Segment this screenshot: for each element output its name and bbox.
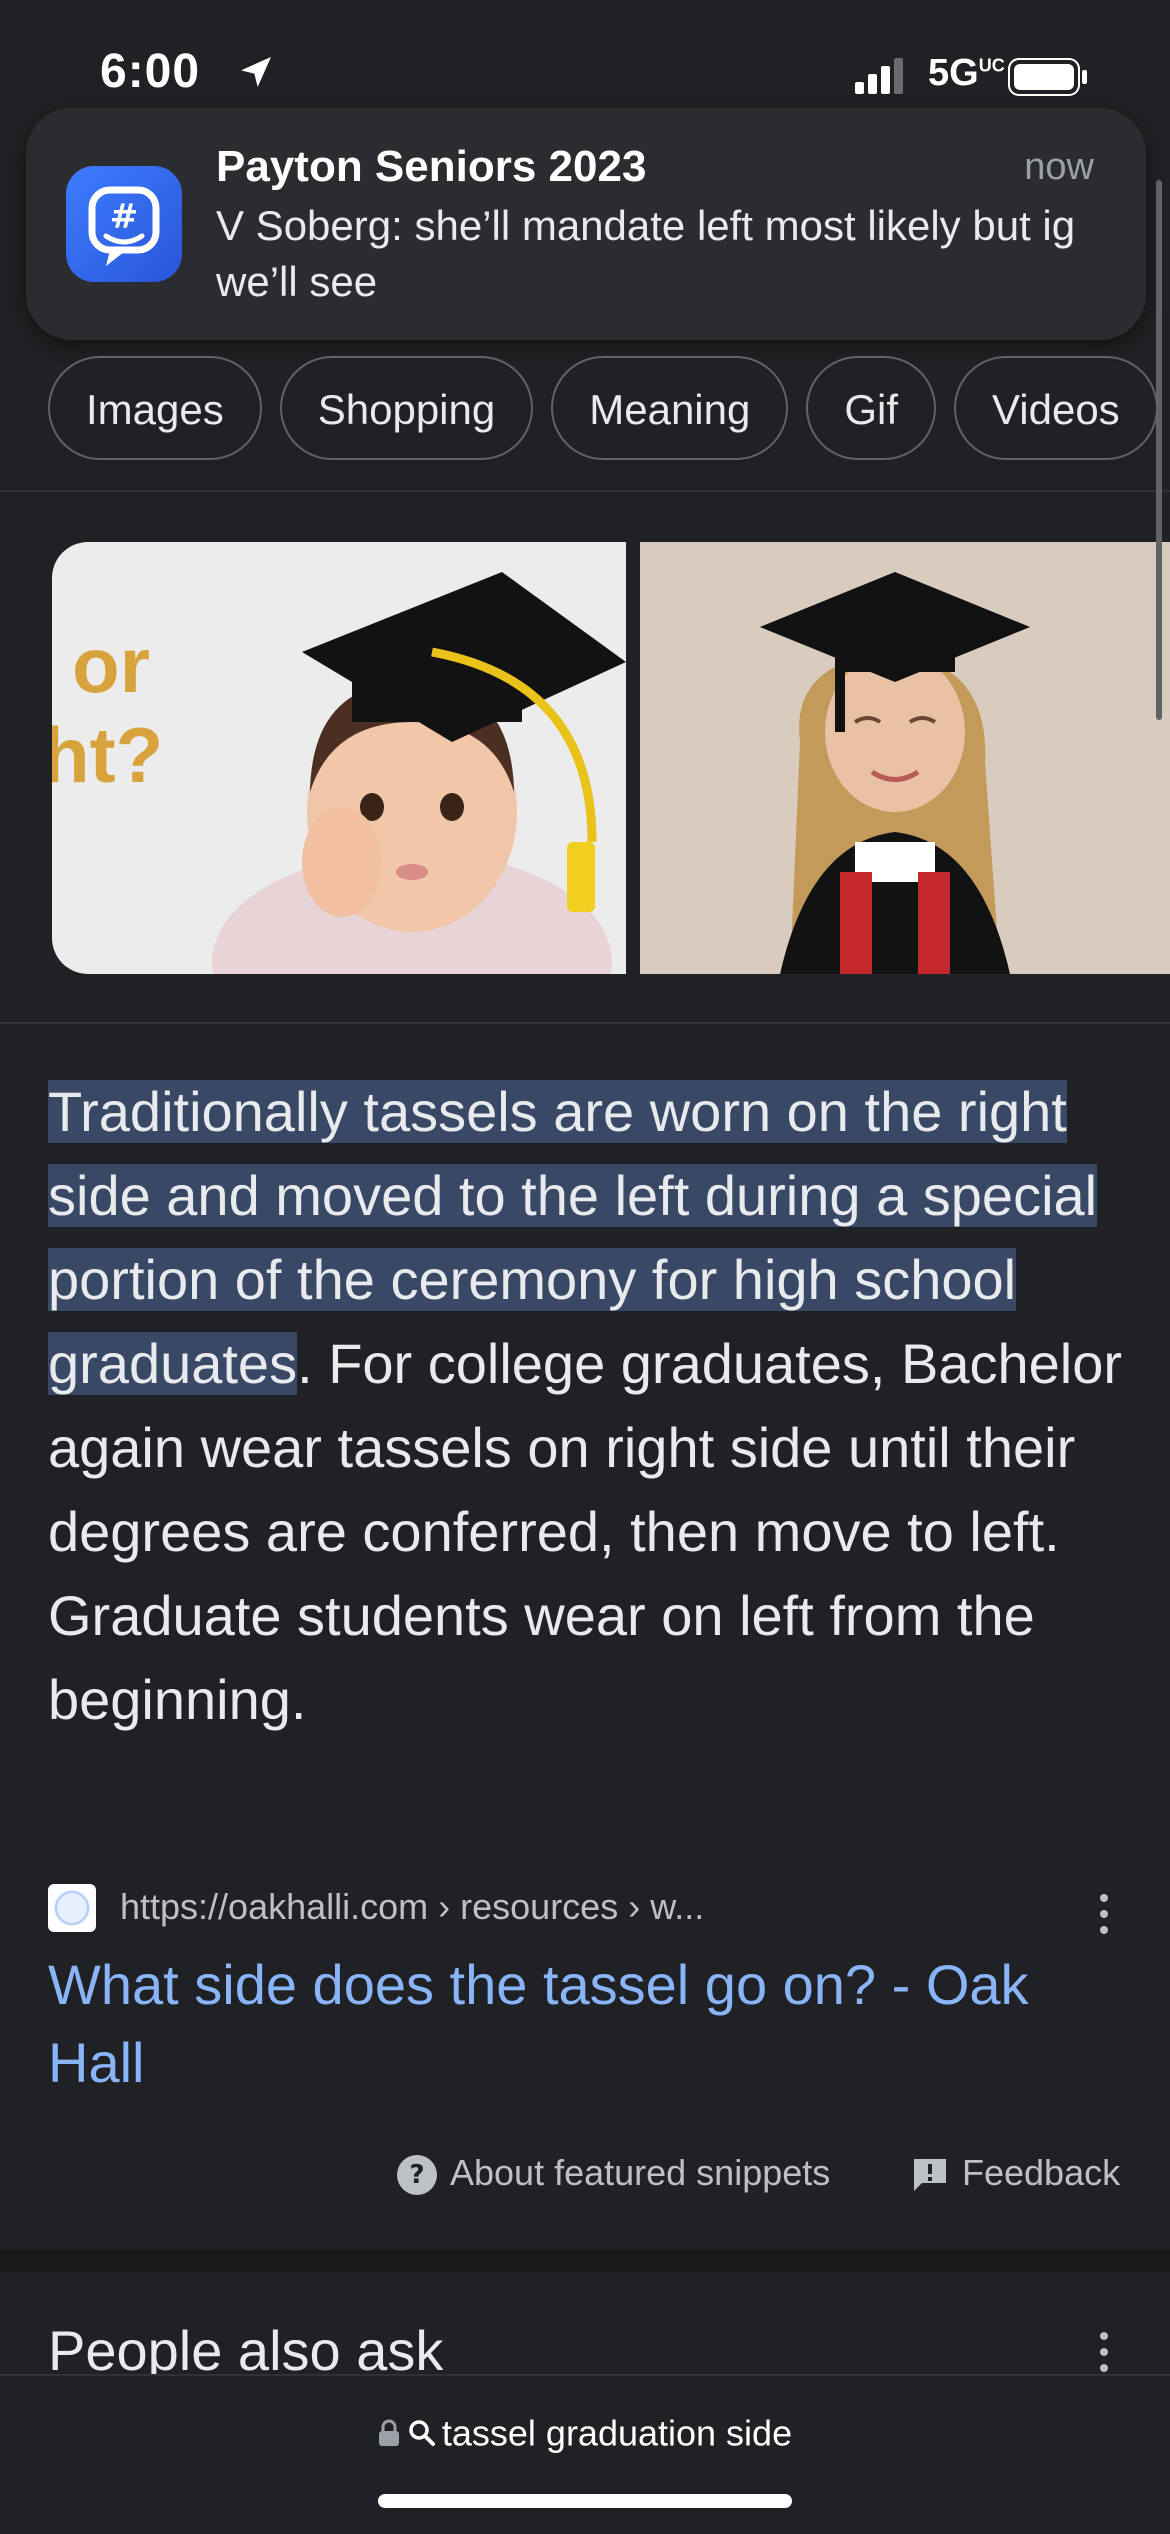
notification-body: V Soberg: she’ll mandate left most likel… [216, 202, 1076, 305]
network-label: 5GUC [928, 52, 1005, 94]
search-icon [409, 2420, 435, 2447]
section-separator [0, 2250, 1170, 2272]
image-overlay-text-2: ht? [52, 711, 163, 799]
chip-images[interactable]: Images [48, 356, 262, 460]
image-overlay-text-1: or [72, 621, 150, 709]
svg-text:#: # [110, 197, 139, 237]
globe-icon [48, 1884, 96, 1932]
more-options-icon[interactable] [1090, 2330, 1118, 2374]
notification-banner[interactable]: # Payton Seniors 2023 now V Soberg: she’… [26, 108, 1146, 340]
search-filter-chips: Images Shopping Meaning Gif Videos [48, 356, 1170, 464]
scrollbar[interactable] [1156, 180, 1162, 720]
result-title-link[interactable]: What side does the tassel go on? - Oak H… [48, 1946, 1138, 2102]
feedback-link[interactable]: Feedback [910, 2152, 1120, 2195]
svg-text:?: ? [409, 2160, 424, 2190]
image-woman-graduation-cap[interactable] [640, 542, 1170, 974]
address-bar-query: tassel graduation side [441, 2412, 793, 2454]
battery-icon [1008, 58, 1087, 96]
help-circle-icon: ? [397, 2155, 437, 2196]
about-featured-snippets-link[interactable]: ? About featured snippets [396, 2152, 830, 2196]
chip-videos[interactable]: Videos [954, 356, 1158, 460]
groupme-icon: # [66, 166, 182, 282]
status-time: 6:00 [100, 45, 201, 98]
chip-meaning[interactable]: Meaning [551, 356, 789, 460]
address-bar[interactable]: tassel graduation side [0, 2410, 1170, 2454]
source-url[interactable]: https://oakhalli.com › resources › w... [120, 1886, 704, 1928]
divider [0, 490, 1170, 492]
chip-gif[interactable]: Gif [806, 356, 937, 460]
featured-snippet-text: Traditionally tassels are worn on the ri… [48, 1070, 1130, 1742]
cellular-signal-icon [855, 58, 903, 94]
home-indicator[interactable] [378, 2494, 792, 2508]
divider [0, 1022, 1170, 1024]
more-options-icon[interactable] [1090, 1892, 1118, 1936]
notification-title: Payton Seniors 2023 [216, 142, 647, 191]
location-arrow-icon [241, 57, 271, 87]
lock-icon [378, 2420, 399, 2447]
image-results: or ht? [52, 542, 1170, 974]
feedback-icon [914, 2159, 946, 2192]
status-bar: 6:00 5GUC [0, 0, 1170, 110]
chip-shopping[interactable]: Shopping [279, 356, 534, 460]
notification-time: now [1024, 146, 1094, 188]
image-baby-graduation-cap[interactable]: or ht? [52, 542, 626, 974]
